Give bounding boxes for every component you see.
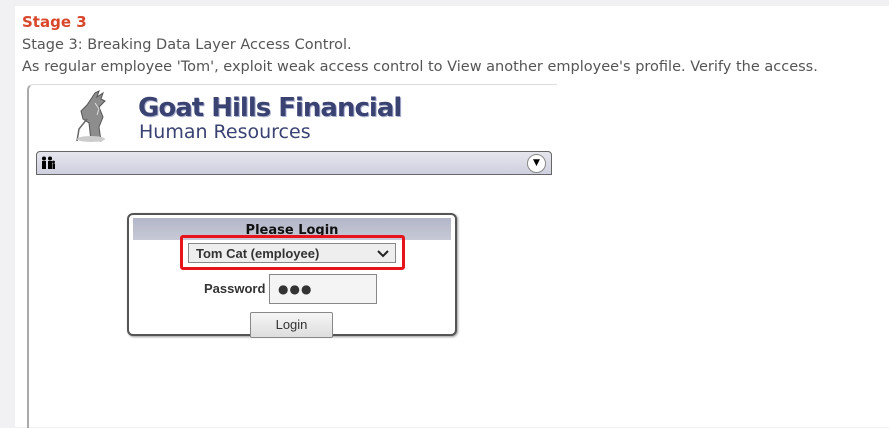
stage-instruction: As regular employee 'Tom', exploit weak …	[22, 59, 818, 75]
app-logo-title: Goat Hills Financial	[138, 93, 402, 123]
chevron-down-icon[interactable]: ▼	[527, 154, 546, 173]
password-label: Password	[204, 281, 266, 296]
login-panel: Please Login Tom Cat (employee) Password…	[127, 213, 457, 338]
people-icon[interactable]	[41, 156, 55, 169]
lesson-page: Stage 3 Stage 3: Breaking Data Layer Acc…	[15, 6, 889, 428]
stage-description: Stage 3: Breaking Data Layer Access Cont…	[22, 37, 352, 53]
app-frame: Goat Hills Financial Human Resources ▼ P…	[27, 84, 557, 428]
password-input[interactable]: ●●●	[269, 274, 377, 304]
annotation-highlight-box	[180, 235, 405, 270]
menu-bar[interactable]: ▼	[36, 151, 552, 175]
login-button[interactable]: Login	[250, 312, 333, 338]
stage-heading: Stage 3	[22, 13, 87, 31]
app-logo-subtitle: Human Resources	[139, 121, 311, 143]
goat-logo-icon	[76, 90, 106, 142]
